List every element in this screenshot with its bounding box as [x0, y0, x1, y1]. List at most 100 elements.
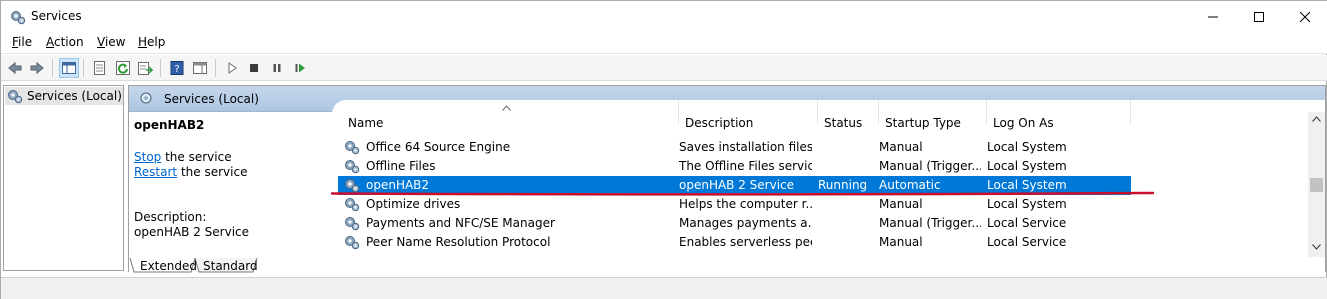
service-gear-icon: [345, 160, 360, 174]
cell-name: Offline Files: [366, 159, 436, 173]
cell-startup-type: Automatic: [879, 178, 941, 192]
services-list: Name Description Status Startup Type Log…: [332, 100, 1325, 256]
maximize-icon: [1254, 11, 1264, 22]
service-gear-icon: [345, 217, 360, 231]
scroll-up-icon[interactable]: [1312, 116, 1321, 122]
minimize-button[interactable]: [1190, 1, 1236, 32]
toolbar-separator: [160, 59, 161, 77]
stop-service-line: Stop the service: [134, 150, 232, 164]
table-row[interactable]: Optimize drives Helps the computer r... Ma…: [338, 195, 1131, 214]
play-icon: [228, 62, 237, 74]
export-list-icon: [138, 62, 153, 75]
column-header-startup-type[interactable]: Startup Type: [879, 100, 987, 130]
description-label: Description:: [134, 210, 207, 224]
cell-name: Payments and NFC/SE Manager: [366, 216, 555, 230]
forward-button[interactable]: [27, 58, 47, 78]
minimize-icon: [1208, 16, 1218, 17]
scroll-down-icon[interactable]: [1312, 244, 1321, 250]
cell-name: openHAB2: [366, 178, 430, 192]
cell-name: Peer Name Resolution Protocol: [366, 235, 551, 249]
table-row[interactable]: Payments and NFC/SE Manager Manages payme…: [338, 214, 1131, 233]
svg-text:?: ?: [174, 64, 179, 75]
cell-log-on-as: Local Service: [987, 216, 1067, 230]
back-arrow-icon: [8, 61, 22, 75]
menu-action[interactable]: Action: [46, 35, 84, 49]
close-icon: [1299, 11, 1311, 22]
properties-button[interactable]: [89, 58, 109, 78]
stop-icon: [250, 64, 258, 72]
pause-icon: [273, 64, 281, 72]
cell-name: Optimize drives: [366, 197, 461, 211]
resume-icon: [295, 63, 305, 73]
action-pane-button[interactable]: [190, 58, 210, 78]
service-gear-icon: [345, 198, 360, 212]
refresh-button[interactable]: [113, 58, 133, 78]
cell-startup-type: Manual (Trigger...: [879, 159, 981, 173]
red-annotation-underline: [331, 191, 1154, 196]
menu-help[interactable]: Help: [138, 35, 165, 49]
restart-service-line: Restart the service: [134, 165, 248, 179]
pause-service-button[interactable]: [267, 58, 287, 78]
export-list-button[interactable]: [135, 58, 155, 78]
tree-item-services-local[interactable]: Services (Local): [5, 87, 123, 105]
table-row[interactable]: Peer Name Resolution Protocol Enables ser…: [338, 233, 1131, 252]
toolbar-separator: [52, 59, 53, 77]
services-search-icon: [140, 92, 152, 104]
cell-description: Saves installation files ...: [679, 140, 812, 154]
cell-description: openHAB 2 Service: [679, 178, 795, 192]
menu-file[interactable]: File: [12, 35, 32, 49]
column-header-description[interactable]: Description: [679, 100, 818, 130]
back-button[interactable]: [5, 58, 25, 78]
help-button[interactable]: ?: [167, 58, 187, 78]
scrollbar-thumb[interactable]: [1310, 178, 1323, 192]
cell-startup-type: Manual: [879, 235, 923, 249]
show-console-tree-button[interactable]: [59, 58, 79, 78]
cell-startup-type: Manual (Trigger...: [879, 216, 981, 230]
column-header-status[interactable]: Status: [818, 100, 879, 130]
table-row[interactable]: Offline Files The Offline Files servic...…: [338, 157, 1131, 176]
cell-description: Enables serverless pee...: [679, 235, 812, 249]
tab-extended[interactable]: Extended: [133, 258, 204, 275]
restart-service-link[interactable]: Restart: [134, 165, 177, 179]
stop-service-link[interactable]: Stop: [134, 150, 161, 164]
properties-icon: [94, 61, 105, 75]
cell-log-on-as: Local System: [987, 178, 1067, 192]
services-window: Services File Action View Help ? Service…: [0, 0, 1327, 299]
start-service-button[interactable]: [222, 58, 242, 78]
cell-description: The Offline Files servic...: [679, 159, 812, 173]
help-book-icon: ?: [170, 61, 184, 75]
cell-log-on-as: Local System: [987, 140, 1067, 154]
maximize-button[interactable]: [1236, 1, 1282, 32]
title-bar: Services: [1, 1, 1327, 32]
description-text: openHAB 2 Service: [134, 225, 250, 239]
column-header-name[interactable]: Name: [342, 100, 679, 130]
cell-log-on-as: Local System: [987, 197, 1067, 211]
cell-startup-type: Manual: [879, 197, 923, 211]
toolbar: ?: [1, 55, 1327, 81]
stop-service-button[interactable]: [244, 58, 264, 78]
column-header-log-on-as[interactable]: Log On As: [987, 100, 1131, 130]
tree-item-label: Services (Local): [27, 89, 122, 103]
window-title: Services: [31, 9, 82, 23]
view-tabs: Extended Standard: [129, 258, 1325, 275]
toolbar-separator: [83, 59, 84, 77]
tab-standard[interactable]: Standard: [196, 258, 265, 275]
close-button[interactable]: [1282, 1, 1327, 32]
cell-startup-type: Manual: [879, 140, 923, 154]
cell-status: Running: [818, 178, 868, 192]
menu-view[interactable]: View: [97, 35, 125, 49]
resume-service-button[interactable]: [290, 58, 310, 78]
action-pane-icon: [193, 62, 207, 74]
forward-arrow-icon: [30, 61, 44, 75]
console-tree: Services (Local): [3, 85, 124, 271]
menu-bar: File Action View Help: [1, 32, 1327, 54]
table-row[interactable]: Office 64 Source Engine Saves installatio…: [338, 138, 1131, 157]
cell-description: Helps the computer r...: [679, 197, 812, 211]
cell-name: Office 64 Source Engine: [366, 140, 511, 154]
console-tree-icon: [62, 62, 76, 74]
vertical-scrollbar[interactable]: [1308, 112, 1325, 257]
cell-log-on-as: Local System: [987, 159, 1067, 173]
services-gear-icon: [8, 90, 23, 104]
service-gear-icon: [345, 141, 360, 155]
service-gear-icon: [345, 236, 360, 250]
